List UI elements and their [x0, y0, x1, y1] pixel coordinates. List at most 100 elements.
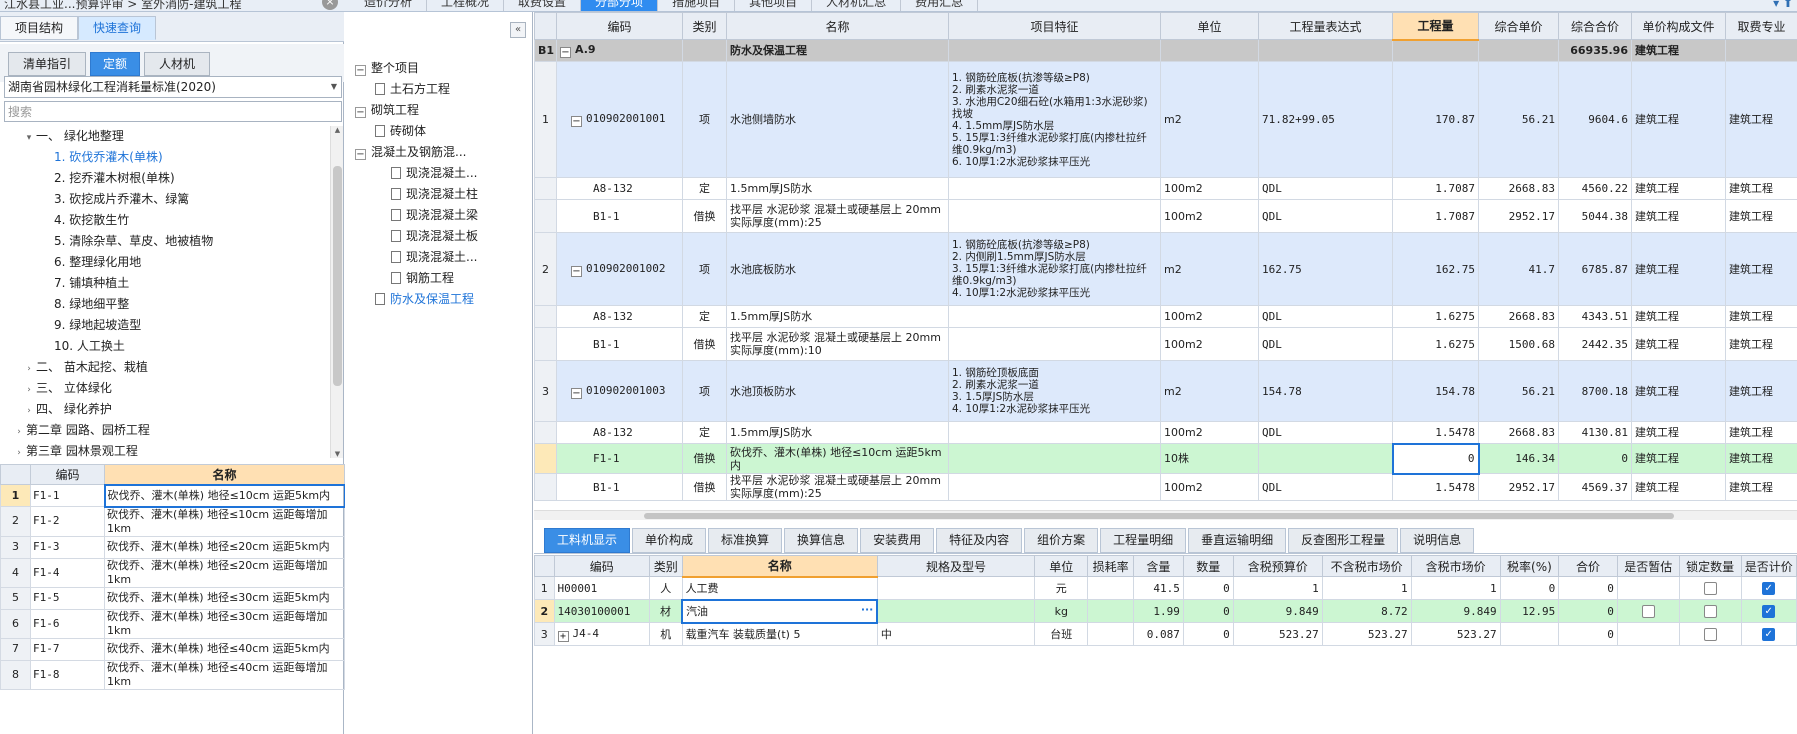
tree-item[interactable]: › 第二章 园路、园桥工程 — [12, 420, 150, 441]
expand-icon[interactable]: › — [22, 380, 36, 401]
tax-rate[interactable] — [1499, 622, 1560, 646]
column-header[interactable]: 是否暂估 — [1616, 555, 1680, 577]
column-header-total-price[interactable]: 综合合价 — [1558, 12, 1632, 40]
table-row[interactable]: 6 F1-6 砍伐乔、灌木(单株) 地径≤30cm 运距每增加1km — [0, 608, 345, 639]
column-header-name[interactable]: 名称 — [104, 464, 345, 485]
feature-cell[interactable] — [948, 177, 1161, 200]
detail-tab[interactable]: 工程量明细 — [1100, 528, 1187, 553]
column-header-category[interactable]: 类别 — [682, 12, 727, 40]
column-header-quantity[interactable]: 工程量 — [1392, 12, 1479, 41]
budget-price[interactable]: 1 — [1232, 576, 1323, 600]
column-header[interactable]: 是否计价 — [1740, 555, 1797, 577]
section-code-cell[interactable]: − A.9 — [556, 39, 683, 62]
name-cell[interactable]: 找平层 水泥砂浆 混凝土或硬基层上 20mm 实际厚度(mm):25 — [726, 473, 949, 501]
bill-row[interactable]: B1-1 借换 找平层 水泥砂浆 混凝土或硬基层上 20mm 实际厚度(mm):25… — [534, 473, 1797, 501]
code-cell[interactable]: −010902001002 — [556, 232, 683, 306]
resource-spec[interactable] — [876, 576, 1036, 600]
detail-tab[interactable]: 说明信息 — [1400, 528, 1475, 553]
column-header[interactable]: 合价 — [1558, 555, 1618, 577]
module-tab[interactable]: 工程概况 — [427, 0, 505, 11]
tree-item[interactable]: › 三、 立体绿化 — [22, 378, 112, 399]
loss-rate[interactable] — [1087, 622, 1134, 646]
priced-checkbox-cell[interactable]: ✓ — [1740, 622, 1797, 646]
code-cell[interactable]: A8-132 — [556, 421, 683, 444]
provisional-checkbox-cell[interactable] — [1616, 576, 1680, 600]
collapse-icon[interactable]: − — [571, 265, 582, 277]
feature-cell[interactable] — [948, 327, 1161, 361]
tree-item[interactable]: 4. 砍挖散生竹 — [40, 210, 129, 231]
detail-tab[interactable]: 特征及内容 — [936, 528, 1023, 553]
tax-market-price[interactable]: 523.27 — [1410, 622, 1501, 646]
price-file-cell[interactable]: 建筑工程 — [1631, 199, 1726, 233]
collapse-icon[interactable]: − — [355, 149, 366, 160]
code-cell[interactable]: B1-1 — [556, 327, 683, 361]
quantity-cell[interactable]: 1.6275 — [1392, 305, 1479, 328]
provisional-checkbox-cell[interactable] — [1616, 599, 1680, 623]
column-header-feature[interactable]: 项目特征 — [948, 12, 1161, 40]
project-tree-item[interactable]: 现浇混凝土柱 — [391, 184, 478, 205]
expression-cell[interactable]: 162.75 — [1258, 232, 1393, 306]
close-icon[interactable]: × — [322, 0, 338, 10]
tree-item[interactable]: 5. 清除杂草、草皮、地被植物 — [40, 231, 213, 252]
resource-unit[interactable]: 元 — [1034, 576, 1089, 600]
bill-row[interactable]: A8-132 定 1.5mm厚JS防水 100m2 QDL 1.5478 2668.83 41… — [534, 421, 1797, 444]
code-cell[interactable]: A8-132 — [556, 177, 683, 200]
column-header-expression[interactable]: 工程量表达式 — [1258, 12, 1393, 40]
content-amount[interactable]: 0.087 — [1132, 622, 1184, 646]
column-header[interactable]: 含税预算价 — [1232, 555, 1323, 577]
project-tree-item[interactable]: 砖砌体 — [375, 121, 426, 142]
module-tab[interactable]: 措施项目 — [658, 0, 736, 11]
tree-item[interactable]: 6. 整理绿化用地 — [40, 252, 141, 273]
column-header[interactable]: 编码 — [553, 555, 651, 577]
name-cell[interactable]: 1.5mm厚JS防水 — [726, 177, 949, 200]
quantity[interactable]: 0 — [1182, 599, 1234, 623]
checkbox-checked-icon[interactable]: ✓ — [1762, 581, 1776, 595]
expression-cell[interactable]: QDL — [1258, 305, 1393, 328]
lock-checkbox-cell[interactable] — [1678, 576, 1742, 600]
table-row[interactable]: 8 F1-8 砍伐乔、灌木(单株) 地径≤40cm 运距每增加1km — [0, 659, 345, 690]
fee-specialty-cell[interactable]: 建筑工程 — [1725, 473, 1797, 501]
project-tree-item[interactable]: − 砌筑工程 — [355, 100, 419, 121]
fee-specialty-cell[interactable]: 建筑工程 — [1725, 232, 1797, 306]
unit-cell[interactable]: 100m2 — [1160, 473, 1259, 501]
total-price[interactable]: 0 — [1558, 622, 1618, 646]
resource-unit[interactable]: 台班 — [1034, 622, 1089, 646]
checkbox-icon[interactable] — [1641, 604, 1655, 618]
bill-row[interactable]: 1−010902001001 项水池侧墙防水 1. 钢筋砼底板(抗渗等级≥P8) 2… — [534, 61, 1797, 178]
quantity[interactable]: 0 — [1182, 622, 1234, 646]
detail-tab[interactable]: 安装费用 — [860, 528, 935, 553]
column-header[interactable]: 数量 — [1182, 555, 1234, 577]
expression-cell[interactable]: 71.82+99.05 — [1258, 61, 1393, 178]
module-tab[interactable]: 其他项目 — [735, 0, 813, 11]
collapse-icon[interactable]: − — [571, 116, 582, 127]
fee-specialty-cell[interactable]: 建筑工程 — [1725, 61, 1797, 178]
category-cell[interactable]: 项 — [682, 360, 727, 422]
expand-icon[interactable]: › — [22, 359, 36, 380]
tax-rate[interactable]: 12.95 — [1499, 599, 1560, 623]
expression-cell[interactable]: QDL — [1258, 199, 1393, 233]
bill-row[interactable]: B1-1 借换 找平层 水泥砂浆 混凝土或硬基层上 20mm 实际厚度(mm):25… — [534, 199, 1797, 233]
quota-name[interactable]: 砍伐乔、灌木(单株) 地径≤40cm 运距5km内 — [104, 637, 345, 661]
table-row[interactable]: 4 F1-4 砍伐乔、灌木(单株) 地径≤20cm 运距每增加1km — [0, 557, 345, 588]
fee-specialty-cell[interactable]: 建筑工程 — [1725, 360, 1797, 422]
quota-code[interactable]: F1-4 — [30, 557, 105, 588]
category-cell[interactable]: 借换 — [682, 327, 727, 361]
table-row[interactable]: 3 F1-3 砍伐乔、灌木(单株) 地径≤20cm 运距5km内 — [0, 535, 345, 559]
quota-code[interactable]: F1-8 — [30, 659, 105, 690]
subtab-labor-material-machine[interactable]: 人材机 — [144, 52, 210, 76]
tree-scrollbar[interactable]: ▲ ▼ — [330, 126, 343, 458]
quota-code[interactable]: F1-5 — [30, 586, 105, 610]
resource-spec[interactable]: 中 — [876, 622, 1036, 646]
feature-cell[interactable] — [948, 443, 1161, 474]
expression-cell[interactable]: QDL — [1258, 421, 1393, 444]
checkbox-icon[interactable] — [1703, 581, 1717, 595]
name-cell[interactable]: 水池侧墙防水 — [726, 61, 949, 178]
market-price[interactable]: 8.72 — [1321, 599, 1412, 623]
scrollbar-thumb[interactable] — [644, 513, 1674, 519]
column-header-fee-specialty[interactable]: 取费专业 — [1725, 12, 1797, 40]
quota-code[interactable]: F1-1 — [30, 484, 105, 507]
detail-tab[interactable]: 换算信息 — [784, 528, 859, 553]
tree-item[interactable]: 3. 砍挖成片乔灌木、绿篱 — [40, 189, 189, 210]
detail-tab[interactable]: 反查图形工程量 — [1288, 528, 1399, 553]
checkbox-checked-icon[interactable]: ✓ — [1762, 604, 1776, 618]
